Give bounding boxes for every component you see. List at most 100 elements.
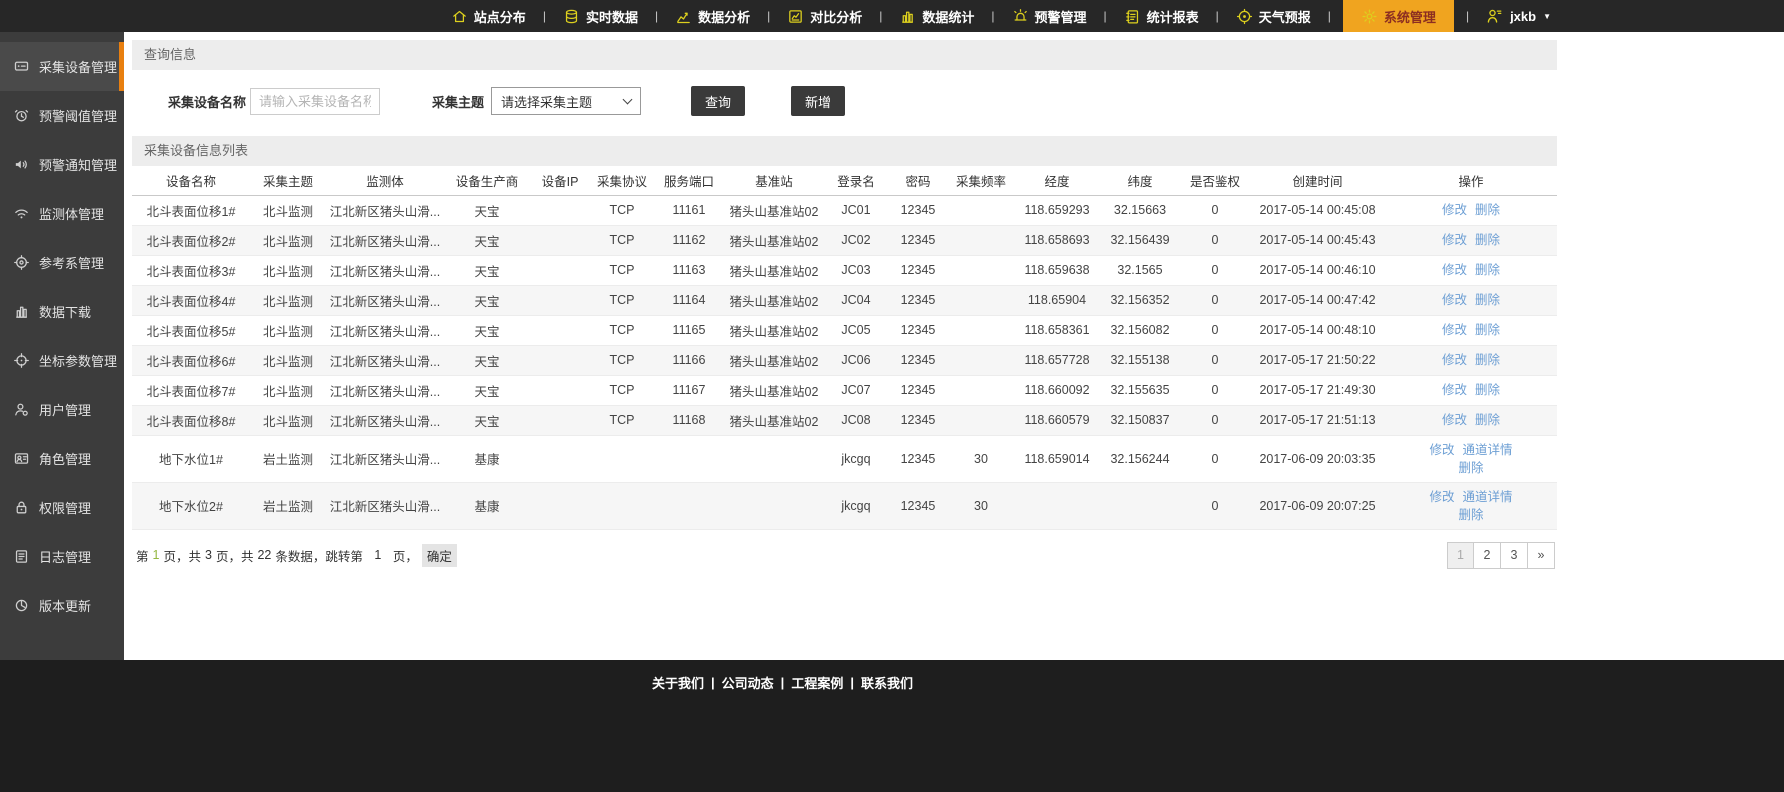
action-link[interactable]: 修改 bbox=[1429, 441, 1454, 459]
user-manage-icon bbox=[13, 401, 30, 418]
nav-item-data-analysis[interactable]: | 数据分析 bbox=[643, 0, 755, 32]
action-link[interactable]: 通道详情 bbox=[1463, 488, 1513, 506]
sidebar-item-user-management[interactable]: 用户管理 bbox=[0, 385, 124, 434]
action-link[interactable]: 修改 bbox=[1442, 321, 1467, 339]
action-link[interactable]: 修改 bbox=[1442, 261, 1467, 279]
sidebar-item-alert-threshold-management[interactable]: 预警阈值管理 bbox=[0, 91, 124, 140]
username: jxkb bbox=[1510, 9, 1536, 24]
column-header: 经度 bbox=[1014, 166, 1100, 195]
sidebar-item-log-management[interactable]: 日志管理 bbox=[0, 532, 124, 581]
footer-item: | 关于我们 bbox=[652, 673, 704, 692]
table-cell: 江北新区猪头山滑... bbox=[326, 405, 444, 435]
nav-item-site-distribution[interactable]: | 站点分布 bbox=[446, 0, 531, 32]
table-cell: 2017-05-14 00:47:42 bbox=[1250, 285, 1385, 315]
table-cell: 北斗表面位移3# bbox=[132, 255, 250, 285]
sidebar-item-label: 监测体管理 bbox=[39, 204, 104, 223]
table-cell: 118.658693 bbox=[1014, 225, 1100, 255]
action-link[interactable]: 修改 bbox=[1442, 351, 1467, 369]
table-cell: TCP bbox=[590, 195, 654, 225]
sidebar: 采集设备管理 预警阈值管理 预警通知管理 监测体管理 参考系管理 数据下载 坐标… bbox=[0, 32, 124, 660]
search-button[interactable]: 查询 bbox=[691, 86, 745, 116]
nav-item-label: 数据统计 bbox=[922, 7, 974, 26]
table-cell: 岩土监测 bbox=[250, 435, 326, 482]
table-cell: 11161 bbox=[654, 195, 724, 225]
footer-link[interactable]: 工程案例 bbox=[791, 673, 843, 692]
footer-link[interactable]: 联系我们 bbox=[861, 673, 913, 692]
report-icon bbox=[1124, 8, 1141, 25]
nav-item-realtime-data[interactable]: | 实时数据 bbox=[531, 0, 643, 32]
nav-item-alert-management[interactable]: | 预警管理 bbox=[979, 0, 1091, 32]
table-cell: jkcgq bbox=[824, 482, 888, 529]
sidebar-item-role-management[interactable]: 角色管理 bbox=[0, 434, 124, 483]
sidebar-item-monitoring-body-management[interactable]: 监测体管理 bbox=[0, 189, 124, 238]
table-cell: TCP bbox=[590, 315, 654, 345]
action-link[interactable]: 修改 bbox=[1442, 291, 1467, 309]
sidebar-item-coordinate-parameter-management[interactable]: 坐标参数管理 bbox=[0, 336, 124, 385]
action-link[interactable]: 删除 bbox=[1475, 411, 1500, 429]
speaker-icon bbox=[13, 156, 30, 173]
footer-link[interactable]: 关于我们 bbox=[652, 673, 704, 692]
user-menu-button[interactable]: jxkb ▼ bbox=[1481, 0, 1565, 32]
pager: 123» bbox=[1447, 542, 1555, 569]
action-link[interactable]: 删除 bbox=[1475, 351, 1500, 369]
sidebar-item-reference-system-management[interactable]: 参考系管理 bbox=[0, 238, 124, 287]
topic-select[interactable]: 请选择采集主题 bbox=[491, 87, 641, 115]
action-link[interactable]: 修改 bbox=[1442, 201, 1467, 219]
table-cell: TCP bbox=[590, 225, 654, 255]
nav-item-weather-forecast[interactable]: | 天气预报 bbox=[1204, 0, 1316, 32]
table-cell: 2017-06-09 20:07:25 bbox=[1250, 482, 1385, 529]
action-link[interactable]: 修改 bbox=[1442, 411, 1467, 429]
page-button[interactable]: 2 bbox=[1474, 542, 1501, 569]
top-nav-bar: | 站点分布 | 实时数据 | 数据分析 | 对比分析 | 数据统计 bbox=[0, 0, 1784, 32]
action-link[interactable]: 删除 bbox=[1475, 291, 1500, 309]
table-cell: 118.658361 bbox=[1014, 315, 1100, 345]
device-name-input[interactable] bbox=[250, 88, 380, 115]
table-cell: 32.15663 bbox=[1100, 195, 1180, 225]
sidebar-item-collection-device-management[interactable]: 采集设备管理 bbox=[0, 42, 124, 91]
nav-item-data-statistics[interactable]: | 数据统计 bbox=[867, 0, 979, 32]
action-link[interactable]: 删除 bbox=[1458, 506, 1483, 524]
chevron-down-icon bbox=[623, 95, 633, 105]
jump-page-input[interactable] bbox=[365, 547, 391, 563]
nav-item-label: 天气预报 bbox=[1259, 7, 1311, 26]
total-records: 22 bbox=[257, 548, 271, 562]
add-button[interactable]: 新增 bbox=[791, 86, 845, 116]
page-button[interactable]: 1 bbox=[1447, 542, 1474, 569]
nav-separator: | bbox=[1316, 9, 1343, 23]
table-cell: 猪头山基准站02 bbox=[724, 315, 824, 345]
nav-item-comparison-analysis[interactable]: | 对比分析 bbox=[755, 0, 867, 32]
table-cell: 江北新区猪头山滑... bbox=[326, 435, 444, 482]
table-cell: 2017-05-14 00:45:08 bbox=[1250, 195, 1385, 225]
lock-icon bbox=[13, 499, 30, 516]
confirm-jump-button[interactable]: 确定 bbox=[422, 544, 457, 567]
nav-item-system-management[interactable]: | 系统管理 bbox=[1316, 0, 1454, 32]
sidebar-item-alert-notification-management[interactable]: 预警通知管理 bbox=[0, 140, 124, 189]
table-cell: 猪头山基准站02 bbox=[724, 225, 824, 255]
nav-item-statistical-reports[interactable]: | 统计报表 bbox=[1092, 0, 1204, 32]
action-link[interactable]: 删除 bbox=[1475, 201, 1500, 219]
table-cell: JC08 bbox=[824, 405, 888, 435]
nav-item-label: 实时数据 bbox=[586, 7, 638, 26]
table-cell: 北斗表面位移8# bbox=[132, 405, 250, 435]
action-link[interactable]: 删除 bbox=[1475, 321, 1500, 339]
table-cell: JC07 bbox=[824, 375, 888, 405]
action-link[interactable]: 删除 bbox=[1458, 459, 1483, 477]
page-button[interactable]: » bbox=[1528, 542, 1555, 569]
table-cell: 118.660579 bbox=[1014, 405, 1100, 435]
sidebar-item-data-download[interactable]: 数据下载 bbox=[0, 287, 124, 336]
action-link[interactable]: 修改 bbox=[1442, 381, 1467, 399]
action-link[interactable]: 删除 bbox=[1475, 231, 1500, 249]
action-link[interactable]: 通道详情 bbox=[1463, 441, 1513, 459]
table-cell bbox=[948, 255, 1014, 285]
action-link[interactable]: 修改 bbox=[1429, 488, 1454, 506]
page-button[interactable]: 3 bbox=[1501, 542, 1528, 569]
footer-link[interactable]: 公司动态 bbox=[722, 673, 774, 692]
table-cell: 天宝 bbox=[444, 405, 530, 435]
sidebar-item-permission-management[interactable]: 权限管理 bbox=[0, 483, 124, 532]
action-link[interactable]: 删除 bbox=[1475, 261, 1500, 279]
table-cell: 32.150837 bbox=[1100, 405, 1180, 435]
action-link[interactable]: 删除 bbox=[1475, 381, 1500, 399]
page-info-text: 页， bbox=[393, 546, 418, 565]
sidebar-item-version-update[interactable]: 版本更新 bbox=[0, 581, 124, 630]
action-link[interactable]: 修改 bbox=[1442, 231, 1467, 249]
